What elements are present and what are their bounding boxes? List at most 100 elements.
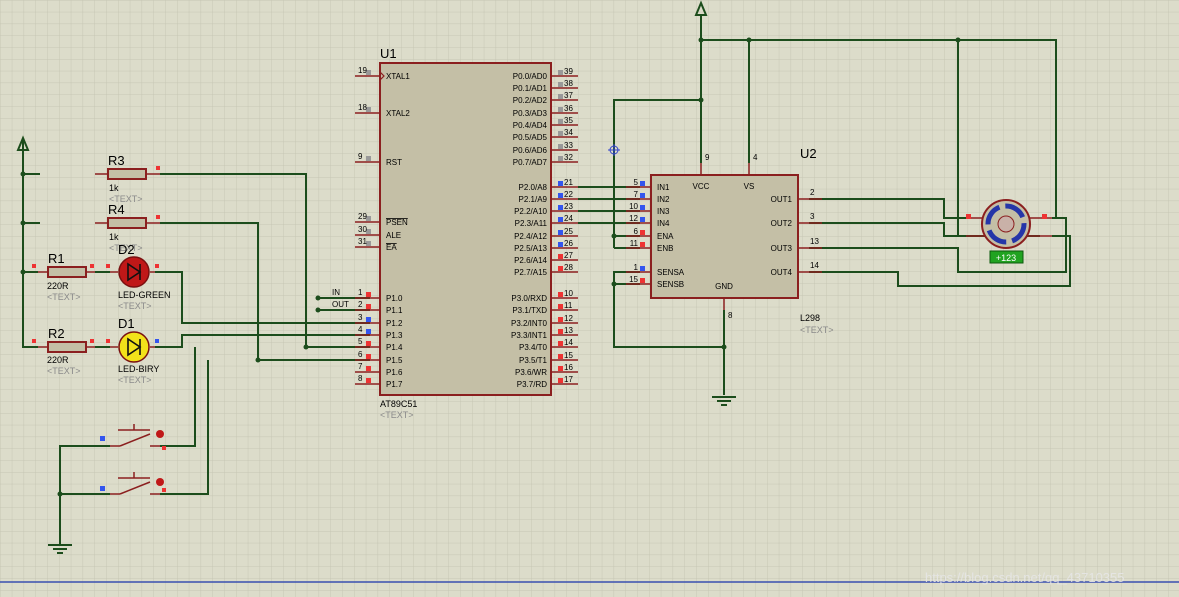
pin-name: ALE (386, 231, 401, 240)
r1-value: 220R (47, 281, 69, 291)
pin-name: P1.7 (386, 380, 403, 389)
d2-text: <TEXT> (118, 301, 152, 311)
u1-ref: U1 (380, 46, 397, 61)
r1-ref: R1 (48, 251, 65, 266)
pin-number: 7 (634, 190, 639, 199)
schematic-canvas[interactable]: IN OUT R3 1k <TEXT> R4 1k <TEXT> R1 220R… (0, 0, 1179, 597)
pin-number: 2 (810, 188, 815, 197)
d2-value: LED-GREEN (118, 290, 171, 300)
pin-number: 12 (629, 214, 638, 223)
pin-number: 19 (358, 66, 367, 75)
pin-name: RST (386, 158, 402, 167)
pin-name: P2.3/A11 (515, 219, 548, 228)
u2-part: L298 (800, 313, 820, 323)
pin-number: 1 (634, 263, 639, 272)
pin-name: P1.6 (386, 368, 403, 377)
pin-name: OUT2 (771, 219, 793, 228)
pin-name: IN3 (657, 207, 670, 216)
r3-ref: R3 (108, 153, 125, 168)
pin-number: 16 (564, 363, 573, 372)
pin-number: 37 (564, 91, 573, 100)
pin-name: XTAL1 (386, 72, 410, 81)
pin-name: GND (715, 282, 733, 291)
r4-value: 1k (109, 232, 119, 242)
d1-ref: D1 (118, 316, 135, 331)
ic-u1-at89c51[interactable]: U1 AT89C51 <TEXT> 19XTAL118XTAL29RST29PS… (355, 46, 578, 420)
pin-name: P2.4/A12 (514, 232, 547, 241)
d1-text: <TEXT> (118, 375, 152, 385)
pin-number: 31 (358, 237, 367, 246)
pin-number: 13 (810, 237, 819, 246)
pin-name: SENSA (657, 268, 685, 277)
pin-number: 29 (358, 212, 367, 221)
pin-number: 14 (564, 338, 573, 347)
pin-number: 24 (564, 214, 573, 223)
pin-number: 32 (564, 153, 573, 162)
pin-number: 3 (358, 313, 363, 322)
pin-number: 30 (358, 225, 367, 234)
pin-name: P1.1 (386, 306, 403, 315)
pin-name: P2.5/A13 (514, 244, 547, 253)
pin-number: 1 (358, 288, 363, 297)
led-d2-lens (118, 256, 150, 288)
pin-number: 34 (564, 128, 573, 137)
r2-text: <TEXT> (47, 366, 81, 376)
pin-number: 11 (630, 239, 639, 248)
r4-ref: R4 (108, 202, 125, 217)
pin-number: 36 (564, 104, 573, 113)
pin-name: IN2 (657, 195, 670, 204)
pin-number: 35 (564, 116, 573, 125)
pin-name: P1.3 (386, 331, 403, 340)
pin-name: P0.3/AD3 (513, 109, 548, 118)
pin-number: 10 (629, 202, 638, 211)
r1-text: <TEXT> (47, 292, 81, 302)
pin-name: OUT4 (771, 268, 793, 277)
pin-name: P3.6/WR (515, 368, 547, 377)
pin-name: P1.4 (386, 343, 403, 352)
pin-number: 6 (634, 227, 639, 236)
r2-value: 220R (47, 355, 69, 365)
pin-number: 9 (358, 152, 363, 161)
d1-value: LED-BIRY (118, 364, 159, 374)
pin-number: 8 (728, 311, 733, 320)
pin-number: 6 (358, 350, 363, 359)
pin-name: P2.6/A14 (514, 256, 547, 265)
pin-name: XTAL2 (386, 109, 410, 118)
pin-name: VCC (693, 182, 710, 191)
pin-name: P2.1/A9 (519, 195, 548, 204)
pin-number: 22 (564, 190, 573, 199)
pin-number: 4 (753, 153, 758, 162)
pin-name: PSEN (386, 218, 408, 227)
pin-name: P3.4/T0 (519, 343, 548, 352)
pin-number: 9 (705, 153, 710, 162)
r2-ref: R2 (48, 326, 65, 341)
pin-number: 15 (629, 275, 638, 284)
pin-name: P3.0/RXD (511, 294, 547, 303)
pin-name: P2.7/A15 (514, 268, 547, 277)
pin-number: 14 (810, 261, 819, 270)
pin-name: SENSB (657, 280, 684, 289)
grid (0, 0, 1179, 597)
pin-name: P3.1/TXD (512, 306, 547, 315)
pin-number: 11 (564, 301, 573, 310)
pin-name: P3.5/T1 (519, 356, 548, 365)
pin-number: 26 (564, 239, 573, 248)
pin-number: 15 (564, 351, 573, 360)
d2-ref: D2 (118, 242, 135, 257)
pin-number: 23 (564, 202, 573, 211)
net-label-out: OUT (332, 300, 349, 309)
pin-name: ENA (657, 232, 674, 241)
pin-number: 5 (634, 178, 639, 187)
pin-name: IN4 (657, 219, 670, 228)
net-label-in: IN (332, 288, 340, 297)
u2-text: <TEXT> (800, 325, 834, 335)
u1-part: AT89C51 (380, 399, 417, 409)
pin-name: P2.2/A10 (514, 207, 547, 216)
pin-number: 10 (564, 289, 573, 298)
pin-number: 39 (564, 67, 573, 76)
pin-number: 13 (564, 326, 573, 335)
pin-name: IN1 (657, 183, 670, 192)
pin-name: VS (744, 182, 755, 191)
pin-number: 12 (564, 314, 573, 323)
pin-name: P0.7/AD7 (513, 158, 548, 167)
